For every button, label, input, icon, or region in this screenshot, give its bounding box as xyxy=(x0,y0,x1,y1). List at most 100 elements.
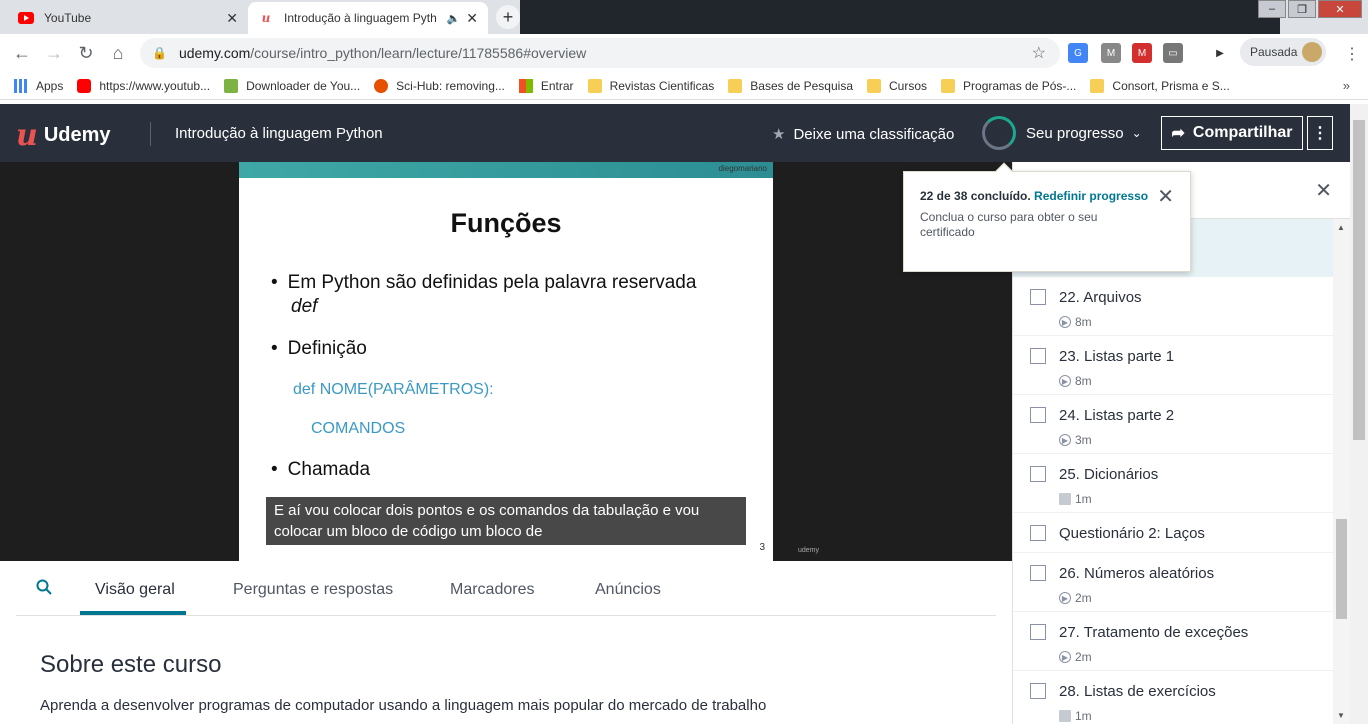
share-label: Compartilhar xyxy=(1192,124,1293,141)
bookmark-label: Bases de Pesquisa xyxy=(750,78,853,93)
lecture-duration: 1m xyxy=(1075,492,1092,506)
tab-title: YouTube xyxy=(44,11,92,25)
browser-menu-icon[interactable]: ⋮ xyxy=(1344,44,1360,64)
minimize-icon[interactable]: – xyxy=(1258,0,1286,18)
lecture-title: 22. Arquivos xyxy=(1059,289,1142,306)
tab-udemy[interactable]: u Introdução à linguagem Pyth 🔈 ✕ xyxy=(248,2,488,34)
bookmark-folder[interactable]: Programas de Pós-... xyxy=(941,78,1076,93)
caption-line: E aí vou colocar dois pontos e os comand… xyxy=(274,502,700,519)
translate-extension-icon[interactable]: G xyxy=(1068,43,1088,63)
mendeley-extension-icon[interactable]: M xyxy=(1132,43,1152,63)
close-sidebar-icon[interactable]: ✕ xyxy=(1315,178,1332,203)
scrollbar-thumb[interactable] xyxy=(1353,120,1365,440)
profile-button[interactable]: Pausada xyxy=(1240,38,1326,66)
close-popover-icon[interactable]: ✕ xyxy=(1157,184,1174,209)
bullet-text: Definição xyxy=(287,338,367,359)
tab-youtube[interactable]: YouTube ✕ xyxy=(8,2,248,34)
speaker-icon[interactable]: 🔈 xyxy=(447,12,461,25)
mail-extension-icon[interactable]: M xyxy=(1101,43,1121,63)
progress-button[interactable]: Seu progresso ⌄ xyxy=(982,116,1142,150)
close-tab-icon[interactable]: ✕ xyxy=(466,10,478,27)
lecture-checkbox[interactable] xyxy=(1030,466,1046,482)
tab-bookmarks[interactable]: Marcadores xyxy=(450,581,534,599)
quiz-item[interactable]: Questionário 2: Laços xyxy=(1013,513,1333,553)
lecture-item[interactable]: 26. Números aleatórios ▶ 2m xyxy=(1013,553,1333,612)
folder-icon xyxy=(867,78,881,93)
lecture-duration: 8m xyxy=(1075,315,1092,329)
scroll-down-icon[interactable]: ▼ xyxy=(1337,711,1345,720)
close-tab-icon[interactable]: ✕ xyxy=(226,10,238,27)
udemy-logo[interactable]: u Udemy xyxy=(16,118,111,153)
rate-course-button[interactable]: ★ Deixe uma classificação xyxy=(772,125,955,144)
folder-icon xyxy=(587,78,602,93)
lecture-title: 25. Dicionários xyxy=(1059,466,1159,483)
close-window-icon[interactable]: ✕ xyxy=(1318,0,1362,18)
reload-icon[interactable]: ↻ xyxy=(70,37,102,69)
lecture-item[interactable]: 27. Tratamento de exceções ▶ 2m xyxy=(1013,612,1333,671)
lecture-checkbox[interactable] xyxy=(1030,407,1046,423)
lecture-checkbox[interactable] xyxy=(1030,289,1046,305)
search-icon[interactable] xyxy=(36,579,52,600)
play-icon: ▶ xyxy=(1059,316,1071,328)
scrollbar-thumb[interactable] xyxy=(1336,519,1347,619)
tab-overview[interactable]: Visão geral xyxy=(95,581,175,599)
lecture-checkbox[interactable] xyxy=(1030,525,1046,541)
browser-tab-bar: YouTube ✕ u Introdução à linguagem Pyth … xyxy=(0,0,1368,34)
lecture-checkbox[interactable] xyxy=(1030,348,1046,364)
new-tab-button[interactable]: + xyxy=(496,5,520,29)
bookmark-apps[interactable]: Apps xyxy=(14,78,63,93)
bookmark-scihub[interactable]: Sci-Hub: removing... xyxy=(374,78,505,93)
share-arrow-icon: ➦ xyxy=(1171,125,1185,142)
bookmark-label: Cursos xyxy=(889,78,928,93)
progress-ring-icon xyxy=(982,116,1016,150)
lecture-item[interactable]: 28. Listas de exercícios 1m xyxy=(1013,671,1333,724)
lecture-checkbox[interactable] xyxy=(1030,624,1046,640)
video-player[interactable]: diegomariano Funções • Em Python são defi… xyxy=(0,162,1012,561)
reset-progress-link[interactable]: Redefinir progresso xyxy=(1034,189,1148,203)
bookmark-folder[interactable]: Revistas Cientificas xyxy=(587,78,714,93)
lecture-checkbox[interactable] xyxy=(1030,683,1046,699)
bookmark-star-icon[interactable]: ☆ xyxy=(1032,43,1046,63)
star-icon: ★ xyxy=(772,126,786,143)
share-button[interactable]: ➦ Compartilhar xyxy=(1161,116,1303,150)
lecture-duration: 8m xyxy=(1075,374,1092,388)
lecture-item[interactable]: 23. Listas parte 1 ▶ 8m xyxy=(1013,336,1333,395)
back-icon[interactable]: ← xyxy=(6,37,38,69)
lecture-duration: 2m xyxy=(1075,650,1092,664)
page-scrollbar[interactable] xyxy=(1350,104,1368,724)
active-tab-indicator xyxy=(80,611,186,615)
bullet-text: Chamada xyxy=(287,459,371,480)
lecture-meta: ▶ 8m xyxy=(1059,374,1092,388)
profile-label: Pausada xyxy=(1250,45,1298,59)
bookmark-folder[interactable]: Bases de Pesquisa xyxy=(728,78,853,93)
document-icon xyxy=(1059,493,1071,505)
sidebar-scrollbar[interactable]: ▲ ▼ xyxy=(1333,219,1350,724)
course-title[interactable]: Introdução à linguagem Python xyxy=(175,125,383,142)
tab-announcements[interactable]: Anúncios xyxy=(595,581,661,599)
slide-bullet: • Definição xyxy=(271,338,367,359)
more-options-icon[interactable]: ⋮ xyxy=(1307,116,1333,150)
lecture-duration: 2m xyxy=(1075,591,1092,605)
more-bookmarks-icon[interactable]: » xyxy=(1343,78,1350,93)
rate-label: Deixe uma classificação xyxy=(793,125,955,143)
maximize-icon[interactable]: ❐ xyxy=(1288,0,1316,18)
cast-extension-icon[interactable]: ▭ xyxy=(1163,43,1183,63)
address-bar[interactable]: 🔒 udemy.com/course/intro_python/learn/le… xyxy=(140,38,1060,68)
tab-questions[interactable]: Perguntas e respostas xyxy=(233,581,393,599)
lecture-item[interactable]: 25. Dicionários 1m xyxy=(1013,454,1333,513)
bookmark-downloader[interactable]: Downloader de You... xyxy=(224,78,360,93)
media-play-icon[interactable]: ▶ xyxy=(1210,43,1230,63)
forward-icon[interactable]: → xyxy=(38,37,70,69)
bookmark-folder[interactable]: Consort, Prisma e S... xyxy=(1090,78,1230,93)
lecture-checkbox[interactable] xyxy=(1030,565,1046,581)
lecture-item[interactable]: 24. Listas parte 2 ▶ 3m xyxy=(1013,395,1333,454)
bookmark-youtube[interactable]: https://www.youtub... xyxy=(77,78,210,93)
video-caption: E aí vou colocar dois pontos e os comand… xyxy=(266,497,746,545)
bookmark-entrar[interactable]: Entrar xyxy=(518,78,574,93)
lecture-item[interactable]: 22. Arquivos ▶ 8m xyxy=(1013,277,1333,336)
home-icon[interactable]: ⌂ xyxy=(102,37,134,69)
lock-icon: 🔒 xyxy=(152,46,167,60)
bookmark-folder[interactable]: Cursos xyxy=(867,78,928,93)
progress-count: 22 de 38 concluído. xyxy=(920,189,1031,203)
scroll-up-icon[interactable]: ▲ xyxy=(1337,223,1345,232)
